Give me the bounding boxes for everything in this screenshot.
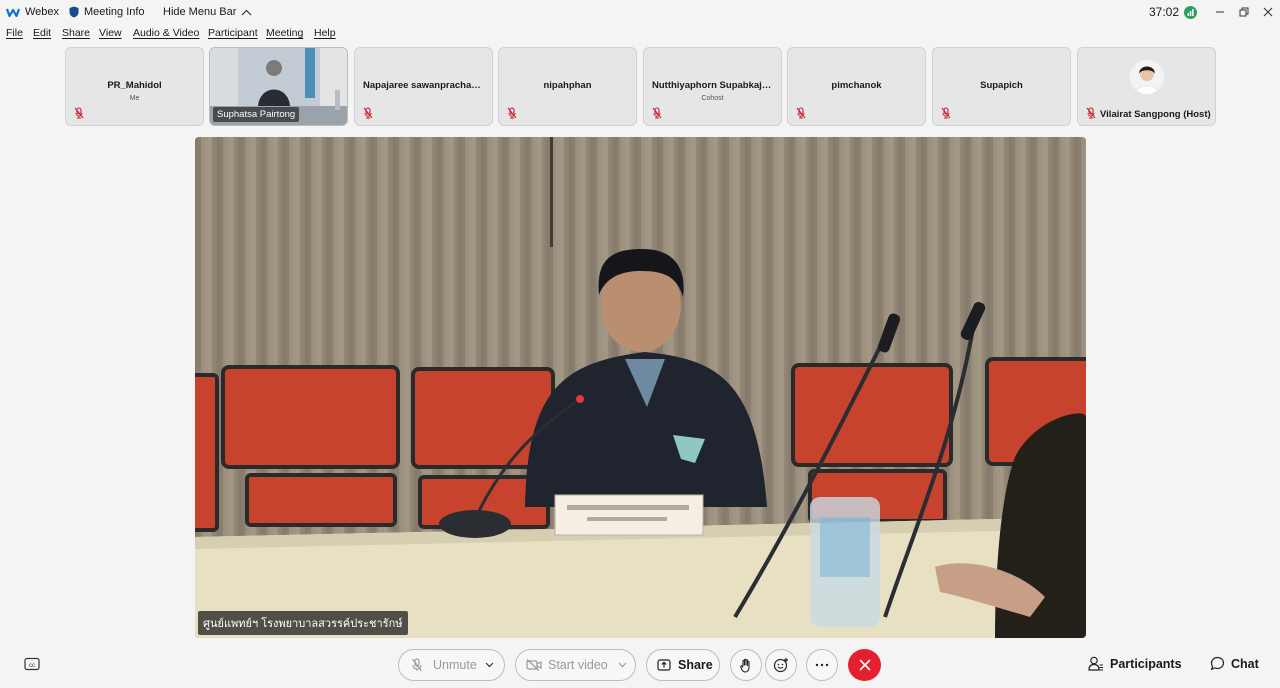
app-name: Webex xyxy=(25,6,60,18)
participant-tile[interactable]: nipahphan xyxy=(498,47,637,126)
chat-icon xyxy=(1210,656,1225,671)
menu-share[interactable]: Share xyxy=(62,27,90,39)
participant-name: nipahphan xyxy=(543,80,592,91)
video-frame-image xyxy=(195,137,1086,638)
participant-video-tile[interactable]: Suphatsa Pairtong xyxy=(209,47,348,126)
main-video-stage[interactable]: ศูนย์แพทย์ฯ โรงพยาบาลสวรรค์ประชารักษ์ xyxy=(195,137,1086,638)
muted-mic-icon xyxy=(1086,107,1096,119)
emoji-reaction-icon xyxy=(773,658,788,673)
webex-app[interactable]: Webex xyxy=(6,0,59,24)
muted-mic-icon xyxy=(652,107,662,119)
minimize-icon xyxy=(1216,11,1224,13)
muted-mic-icon xyxy=(941,107,951,119)
unmute-label: Unmute xyxy=(433,658,477,672)
menu-meeting[interactable]: Meeting xyxy=(266,27,303,39)
network-signal-button[interactable] xyxy=(1184,0,1197,24)
webex-logo-icon xyxy=(6,8,20,17)
svg-text:cc: cc xyxy=(29,663,35,669)
close-icon xyxy=(1263,7,1273,17)
start-video-label: Start video xyxy=(548,658,608,672)
avatar-image xyxy=(1130,60,1164,94)
chevron-down-icon[interactable] xyxy=(485,662,494,668)
start-video-button[interactable]: Start video xyxy=(515,649,636,681)
raise-hand-icon xyxy=(740,658,750,673)
participant-name: Napajaree sawanpracharak xyxy=(363,80,486,91)
restore-icon xyxy=(1239,7,1249,17)
closed-captions-button[interactable]: cc xyxy=(24,657,40,671)
meeting-info-button[interactable]: Meeting Info xyxy=(69,0,145,24)
share-screen-icon xyxy=(657,659,671,671)
minimize-button[interactable] xyxy=(1208,0,1232,24)
muted-mic-icon xyxy=(796,107,806,119)
hide-menu-bar-button[interactable]: Hide Menu Bar xyxy=(163,0,252,24)
chevron-down-icon[interactable] xyxy=(618,662,627,668)
menu-view[interactable]: View xyxy=(99,27,122,39)
reactions-button[interactable] xyxy=(765,649,797,681)
more-icon xyxy=(815,663,829,667)
unmute-button[interactable]: Unmute xyxy=(398,649,505,681)
more-options-button[interactable] xyxy=(806,649,838,681)
muted-mic-icon xyxy=(507,107,517,119)
muted-mic-icon xyxy=(363,107,373,119)
participant-tile-host[interactable]: Vilairat Sangpong (Host) xyxy=(1077,47,1216,126)
menu-audio-video[interactable]: Audio & Video xyxy=(133,27,199,39)
participant-tile[interactable]: Supapich xyxy=(932,47,1071,126)
menu-participant[interactable]: Participant xyxy=(208,27,258,39)
muted-mic-icon xyxy=(412,658,422,672)
leave-meeting-button[interactable] xyxy=(848,649,881,681)
closed-captions-icon: cc xyxy=(24,657,40,671)
chat-panel-button[interactable]: Chat xyxy=(1210,656,1259,671)
chat-label: Chat xyxy=(1231,656,1259,671)
share-label: Share xyxy=(678,658,713,672)
signal-strength-icon xyxy=(1184,5,1197,19)
participants-panel-button[interactable]: Participants xyxy=(1088,656,1182,671)
muted-mic-icon xyxy=(74,107,84,119)
participant-tile[interactable]: PR_Mahidol Me xyxy=(65,47,204,126)
menu-edit[interactable]: Edit xyxy=(33,27,51,39)
meeting-info-label: Meeting Info xyxy=(84,6,145,18)
participant-name: Supapich xyxy=(980,80,1023,91)
participant-tile[interactable]: Napajaree sawanpracharak xyxy=(354,47,493,126)
participant-name: PR_Mahidol xyxy=(107,80,162,91)
participant-name: pimchanok xyxy=(831,80,882,91)
menu-help[interactable]: Help xyxy=(314,27,336,39)
participants-label: Participants xyxy=(1110,656,1182,671)
participant-name: Nutthiyaphorn Supabkaja... xyxy=(652,80,775,91)
video-source-label: ศูนย์แพทย์ฯ โรงพยาบาลสวรรค์ประชารักษ์ xyxy=(198,611,408,635)
menu-file[interactable]: File xyxy=(6,27,23,39)
video-off-icon xyxy=(526,659,542,671)
participant-tile[interactable]: Nutthiyaphorn Supabkaja... Cohost xyxy=(643,47,782,126)
shield-icon xyxy=(69,6,79,18)
share-button[interactable]: Share xyxy=(646,649,720,681)
participants-icon xyxy=(1088,656,1103,671)
meeting-timer: 37:02 xyxy=(1149,5,1180,19)
raise-hand-button[interactable] xyxy=(730,649,762,681)
participant-tile[interactable]: pimchanok xyxy=(787,47,926,126)
participant-role: Me xyxy=(129,95,140,102)
participant-role: Cohost xyxy=(701,95,724,102)
chevron-up-icon xyxy=(241,9,252,15)
participant-name: Vilairat Sangpong (Host) xyxy=(1100,109,1211,120)
hide-menu-bar-label: Hide Menu Bar xyxy=(163,6,237,18)
avatar xyxy=(1130,60,1164,94)
close-window-button[interactable] xyxy=(1256,0,1280,24)
title-bar: Webex Meeting Info Hide Menu Bar 37:02 xyxy=(0,0,1280,24)
close-icon xyxy=(859,659,870,671)
participant-name: Suphatsa Pairtong xyxy=(213,107,300,122)
restore-button[interactable] xyxy=(1232,0,1256,24)
